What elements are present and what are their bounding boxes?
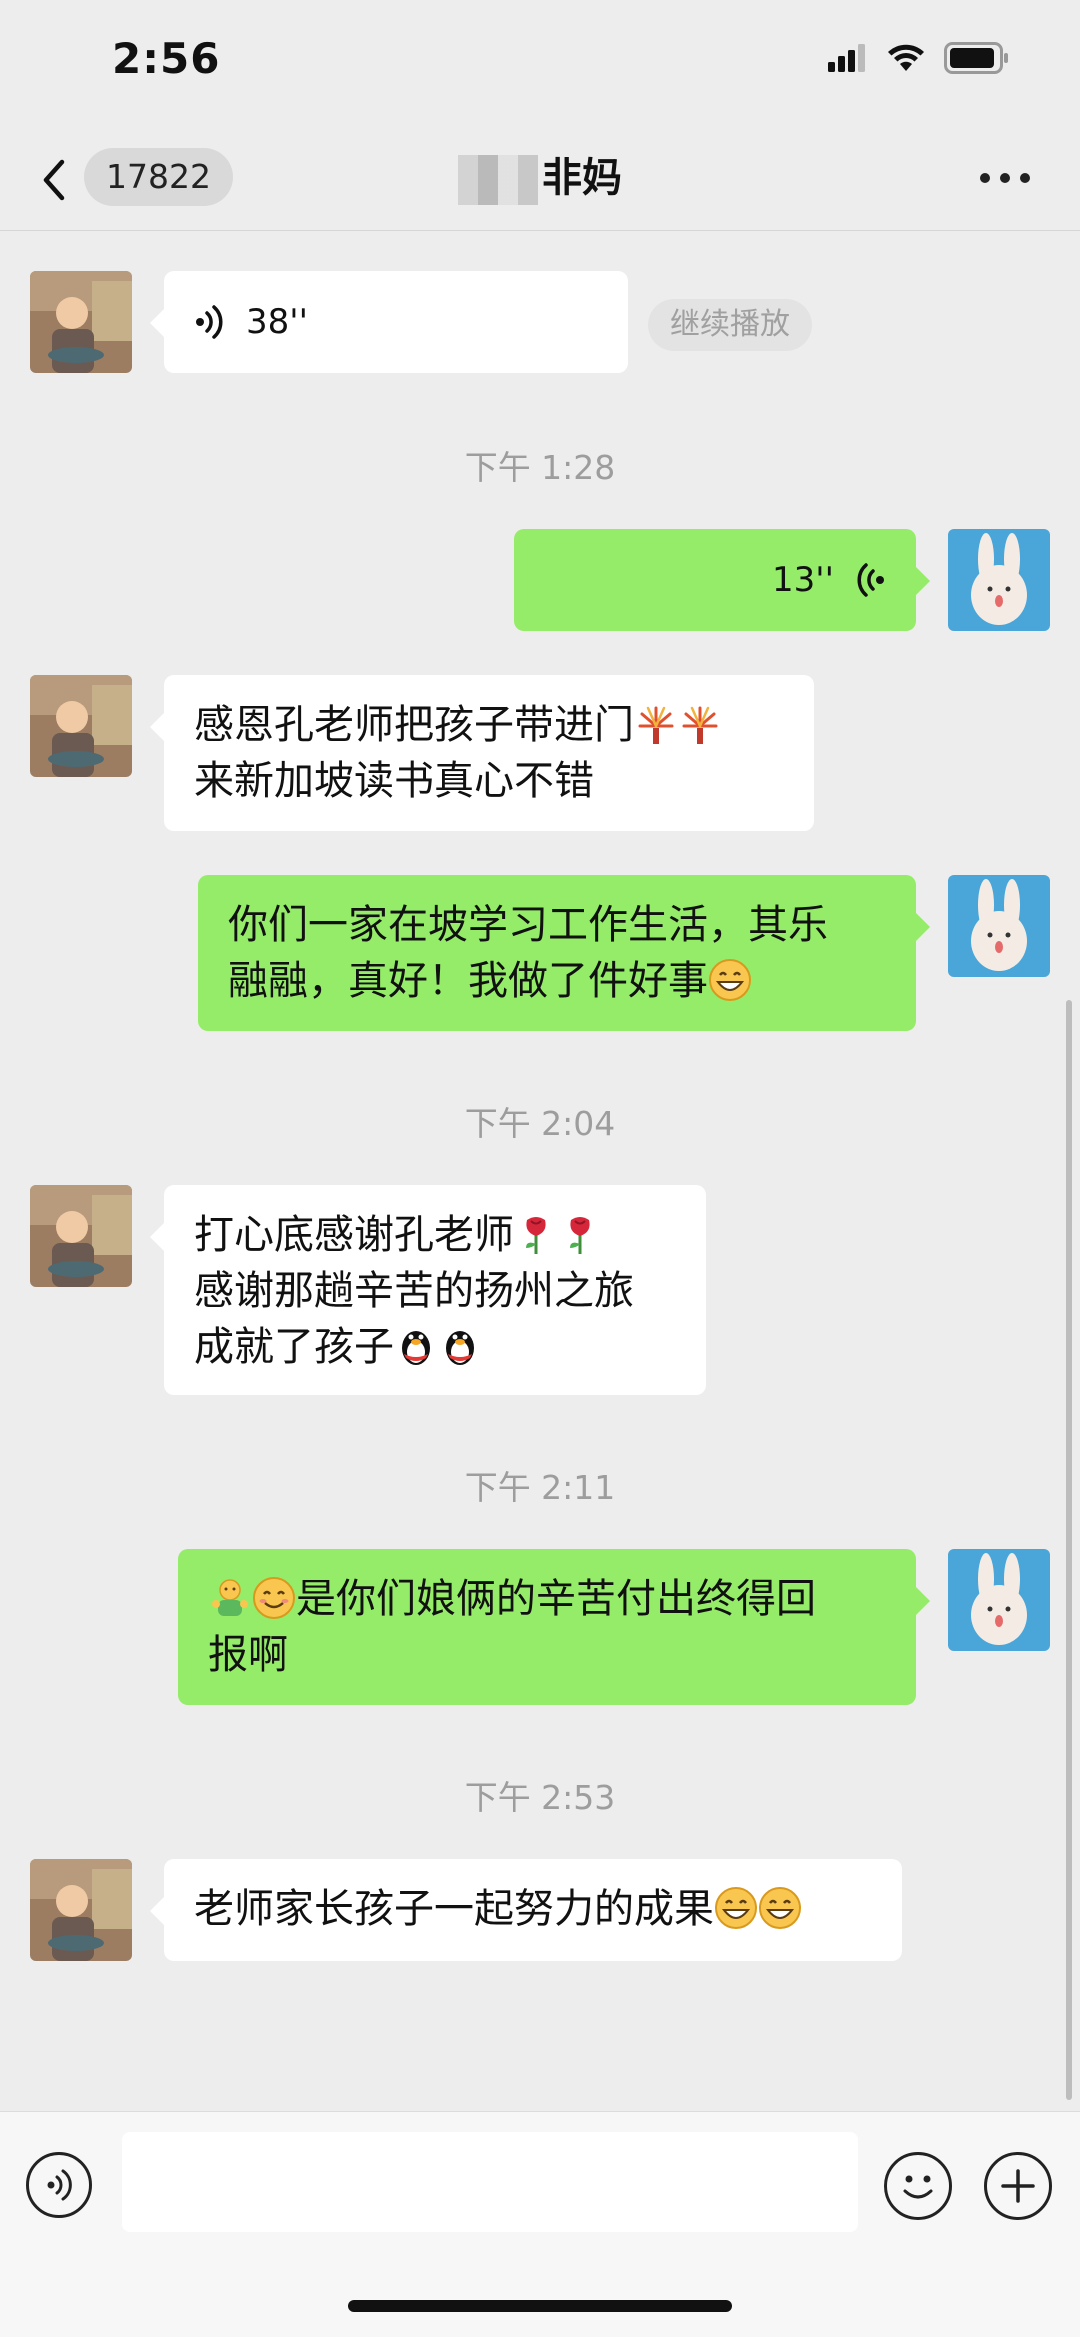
plus-icon[interactable] (984, 2152, 1052, 2220)
more-dots-icon[interactable] (980, 158, 1040, 198)
my-avatar[interactable] (948, 529, 1050, 631)
message-timestamp: 下午 1:28 (464, 448, 616, 487)
message-line: 融融，真好！我做了件好事 (228, 958, 708, 1004)
status-time: 2:56 (112, 34, 221, 83)
message-line: 来新加坡读书真心不错 (194, 758, 594, 804)
rose-emoji-icon (570, 1217, 590, 1254)
chat-title: 非妈 (0, 148, 1080, 208)
penguin-emoji-icon (446, 1331, 474, 1365)
message-line: 报啊 (208, 1632, 288, 1678)
contact-avatar[interactable] (30, 271, 132, 373)
voice-message-bubble[interactable]: 38'' (150, 271, 628, 373)
penguin-emoji-icon (402, 1331, 430, 1365)
message-line: 是你们娘俩的辛苦付出终得回 (296, 1576, 816, 1622)
text-message-bubble[interactable]: 你们一家在坡学习工作生活，其乐 融融，真好！我做了件好事 (198, 875, 930, 1031)
fireworks-emoji-icon (682, 706, 718, 744)
signal-icon (828, 44, 865, 72)
text-message-bubble[interactable]: 感恩孔老师把孩子带进门 来新加坡读书真心不错 (150, 675, 814, 831)
message-line: 感恩孔老师把孩子带进门 (194, 702, 634, 748)
my-avatar[interactable] (948, 1549, 1050, 1651)
message-line: 感谢那趟辛苦的扬州之旅 (194, 1268, 634, 1314)
wifi-icon (888, 44, 924, 71)
fireworks-emoji-icon (638, 706, 674, 744)
scrollbar[interactable] (1066, 1000, 1072, 2100)
message-timestamp: 下午 2:11 (464, 1468, 616, 1507)
chat-title-text: 非妈 (542, 155, 622, 201)
rose-emoji-icon (526, 1217, 546, 1254)
voice-duration: 13'' (772, 560, 834, 600)
message-list[interactable]: 38'' 继续播放 下午 1:28 13'' 感恩孔老师把孩子带进门 来新加坡读… (0, 231, 1080, 2111)
grin-emoji-icon (759, 1887, 801, 1929)
smile-emoji-icon (253, 1577, 295, 1619)
status-bar: 2:56 (0, 0, 1080, 130)
voice-wave-icon (857, 563, 884, 597)
grin-emoji-icon (715, 1887, 757, 1929)
home-indicator[interactable] (348, 2300, 732, 2312)
emoji-icon[interactable] (884, 2152, 952, 2220)
message-line: 你们一家在坡学习工作生活，其乐 (228, 902, 828, 948)
chat-header: 17822 非妈 (0, 130, 1080, 231)
voice-wave-icon (196, 305, 223, 339)
message-timestamp: 下午 2:53 (464, 1778, 616, 1817)
battery-icon (944, 42, 1008, 74)
voice-message-bubble[interactable]: 13'' (514, 529, 930, 631)
text-message-bubble[interactable]: 是你们娘俩的辛苦付出终得回 报啊 (178, 1549, 930, 1705)
text-message-bubble[interactable]: 老师家长孩子一起努力的成果 (150, 1859, 902, 1961)
contact-avatar[interactable] (30, 1859, 132, 1961)
text-message-bubble[interactable]: 打心底感谢孔老师 感谢那趟辛苦的扬州之旅 成就了孩子 (150, 1185, 706, 1395)
message-line: 老师家长孩子一起努力的成果 (194, 1886, 714, 1932)
contact-avatar[interactable] (30, 675, 132, 777)
hug-emoji-icon (212, 1579, 248, 1616)
voice-duration: 38'' (246, 302, 308, 342)
message-line: 打心底感谢孔老师 (194, 1212, 514, 1258)
continue-playing-button[interactable]: 继续播放 (648, 299, 812, 351)
message-timestamp: 下午 2:04 (464, 1104, 616, 1143)
message-line: 成就了孩子 (194, 1324, 394, 1370)
my-avatar[interactable] (948, 875, 1050, 977)
redacted-name-mosaic (458, 155, 538, 205)
contact-avatar[interactable] (30, 1185, 132, 1287)
message-input[interactable] (122, 2132, 858, 2232)
grin-emoji-icon (709, 959, 751, 1001)
voice-input-icon[interactable] (26, 2152, 92, 2218)
